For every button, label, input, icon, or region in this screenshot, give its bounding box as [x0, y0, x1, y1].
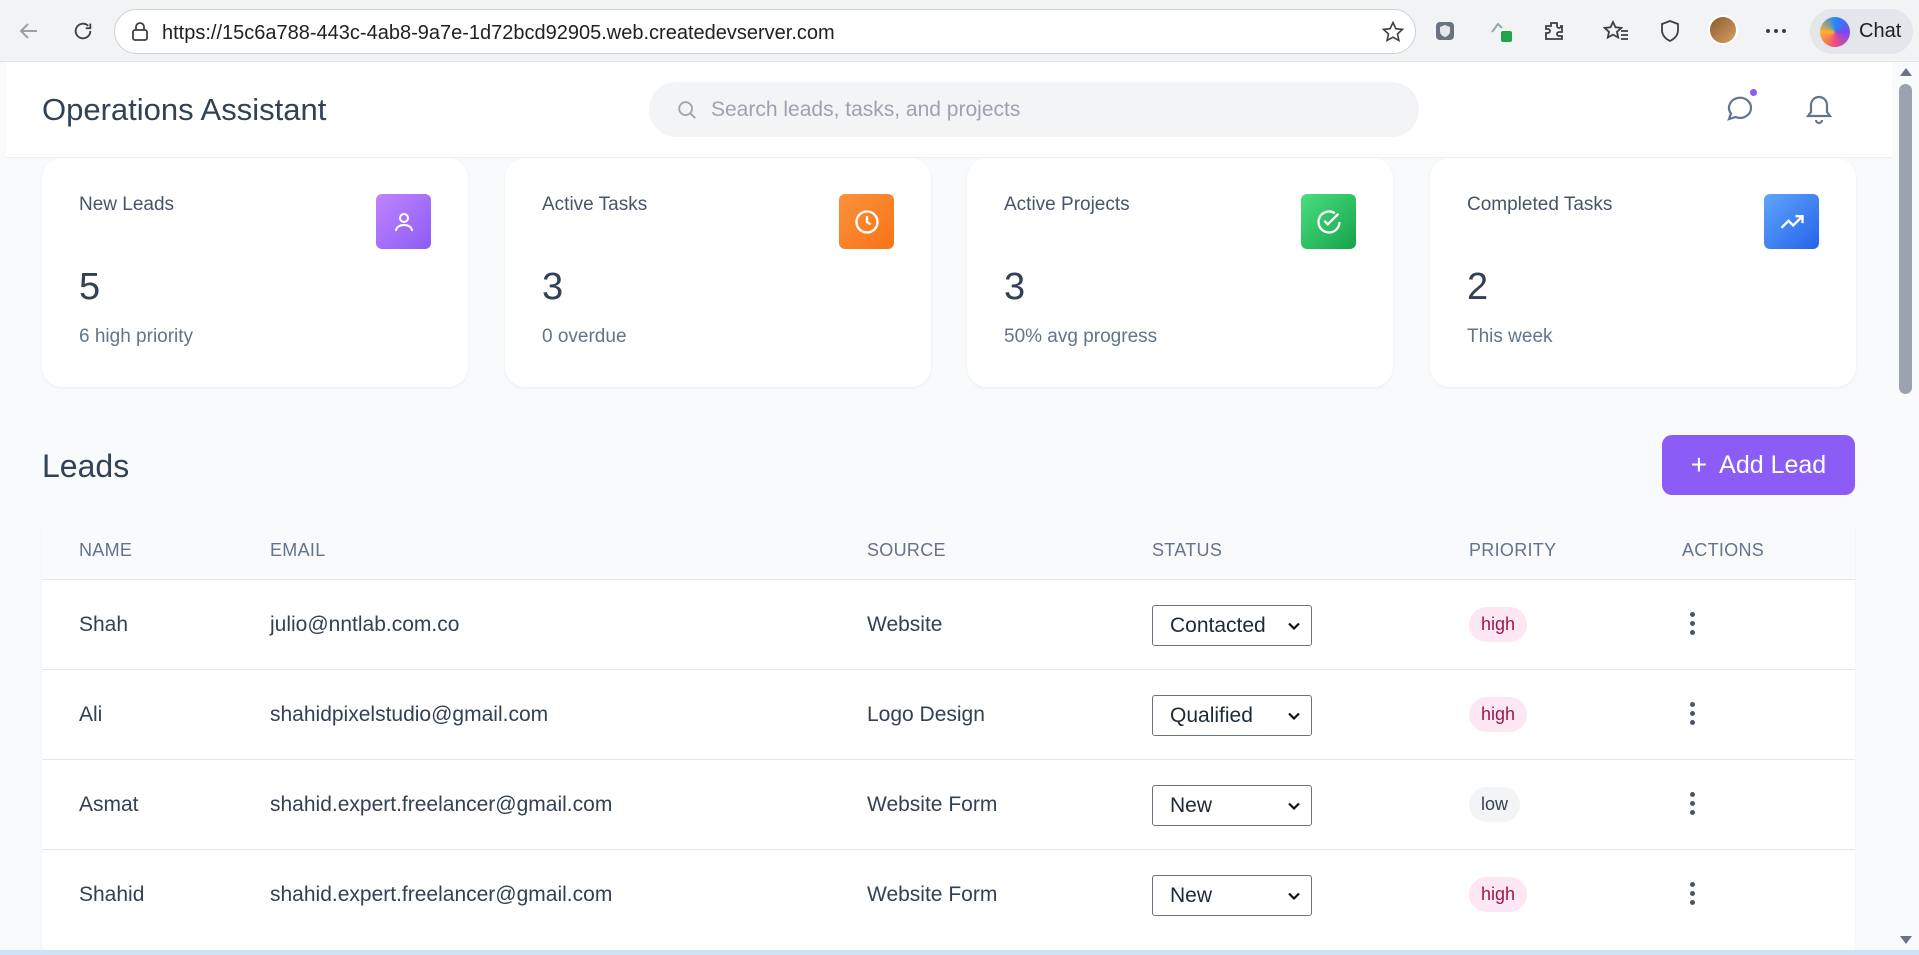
lead-source: Website: [867, 613, 943, 636]
back-icon[interactable]: [12, 14, 46, 48]
add-lead-button[interactable]: + Add Lead: [1662, 435, 1855, 495]
table-row: Ali shahidpixelstudio@gmail.com Logo Des…: [42, 669, 1855, 759]
row-actions-menu-icon[interactable]: [1680, 698, 1704, 728]
stat-value: 2: [1467, 266, 1489, 308]
stat-card-new-leads: New Leads 5 6 high priority: [42, 158, 468, 387]
site-info-icon[interactable]: [131, 22, 149, 47]
column-header-name: NAME: [79, 540, 133, 560]
column-header-actions: ACTIONS: [1682, 540, 1765, 560]
plus-icon: +: [1690, 449, 1708, 480]
chevron-down-icon: [1288, 712, 1300, 721]
priority-badge: high: [1469, 877, 1528, 912]
profile-avatar[interactable]: [1708, 15, 1738, 45]
status-value: New: [1170, 793, 1213, 817]
status-select[interactable]: Qualified: [1152, 695, 1312, 736]
stat-label: Active Projects: [1004, 194, 1130, 215]
stat-card-completed-tasks: Completed Tasks 2 This week: [1430, 158, 1856, 387]
messages-button[interactable]: [1721, 87, 1759, 128]
extension-status-icon[interactable]: [1484, 14, 1518, 48]
browser-essentials-icon[interactable]: [1653, 14, 1687, 48]
copilot-icon: [1820, 16, 1850, 47]
row-actions-menu-icon[interactable]: [1680, 878, 1704, 908]
leads-table: NAME EMAIL SOURCE STATUS PRIORITY ACTION…: [42, 519, 1855, 955]
extension-shield-icon[interactable]: [1428, 14, 1462, 48]
window-bottom-edge: [0, 950, 1919, 955]
stat-value: 3: [542, 266, 564, 308]
status-select[interactable]: New: [1152, 875, 1312, 916]
lead-email: shahid.expert.freelancer@gmail.com: [270, 883, 613, 906]
lead-name: Ali: [79, 703, 103, 726]
search-icon: [676, 99, 698, 126]
page-scrollbar[interactable]: [1892, 62, 1919, 950]
lead-name: Asmat: [79, 793, 139, 816]
search-bar[interactable]: [649, 82, 1419, 137]
check-circle-icon: [1301, 194, 1356, 249]
search-input[interactable]: [711, 82, 1391, 137]
lead-source: Website Form: [867, 793, 998, 816]
table-row: Asmat shahid.expert.freelancer@gmail.com…: [42, 759, 1855, 849]
row-actions-menu-icon[interactable]: [1680, 608, 1704, 638]
more-options-icon[interactable]: [1759, 14, 1793, 48]
stat-label: Active Tasks: [542, 194, 648, 215]
stat-subtext: 50% avg progress: [1004, 326, 1158, 347]
copilot-label: Chat: [1859, 20, 1902, 42]
favorites-icon[interactable]: [1599, 14, 1633, 48]
favorite-star-icon[interactable]: [1381, 20, 1405, 49]
column-header-email: EMAIL: [270, 540, 326, 560]
priority-badge: high: [1469, 697, 1528, 732]
table-row: Shah julio@nntlab.com.co Website Contact…: [42, 579, 1855, 669]
lead-name: Shahid: [79, 883, 145, 906]
status-value: Qualified: [1170, 703, 1253, 727]
chevron-down-icon: [1288, 622, 1300, 631]
chevron-down-icon: [1288, 802, 1300, 811]
stat-subtext: 6 high priority: [79, 326, 194, 347]
lead-source: Website Form: [867, 883, 998, 906]
lead-email: julio@nntlab.com.co: [270, 613, 460, 636]
stat-subtext: This week: [1467, 326, 1553, 347]
address-bar[interactable]: https://15c6a788-443c-4ab8-9a7e-1d72bcd9…: [114, 9, 1416, 54]
scroll-up-arrow-icon[interactable]: [1900, 68, 1912, 76]
status-select[interactable]: Contacted: [1152, 605, 1312, 646]
stat-card-active-tasks: Active Tasks 3 0 overdue: [505, 158, 931, 387]
trending-up-icon: [1764, 194, 1819, 249]
table-row: Shahid shahid.expert.freelancer@gmail.co…: [42, 849, 1855, 939]
clock-icon: [839, 194, 894, 249]
priority-badge: high: [1469, 607, 1528, 642]
url-text[interactable]: https://15c6a788-443c-4ab8-9a7e-1d72bcd9…: [162, 22, 835, 45]
scroll-down-arrow-icon[interactable]: [1900, 936, 1912, 944]
scrollbar-thumb[interactable]: [1899, 84, 1912, 394]
status-value: New: [1170, 883, 1213, 907]
column-header-priority: PRIORITY: [1469, 540, 1557, 560]
stat-subtext: 0 overdue: [542, 326, 627, 347]
browser-toolbar: https://15c6a788-443c-4ab8-9a7e-1d72bcd9…: [0, 0, 1919, 62]
leads-title: Leads: [42, 448, 130, 484]
lead-name: Shah: [79, 613, 129, 636]
stat-label: New Leads: [79, 194, 175, 215]
add-lead-label: Add Lead: [1719, 450, 1827, 479]
stat-label: Completed Tasks: [1467, 194, 1613, 215]
refresh-icon[interactable]: [66, 14, 100, 48]
lead-email: shahidpixelstudio@gmail.com: [270, 703, 549, 726]
bell-icon: [1805, 95, 1833, 125]
user-icon: [376, 194, 431, 249]
notifications-button[interactable]: [1800, 90, 1838, 128]
app-header: Operations Assistant: [6, 62, 1892, 158]
app-title: Operations Assistant: [42, 92, 327, 127]
chevron-down-icon: [1288, 892, 1300, 901]
stat-value: 3: [1004, 266, 1026, 308]
lead-email: shahid.expert.freelancer@gmail.com: [270, 793, 613, 816]
extensions-puzzle-icon[interactable]: [1537, 14, 1571, 48]
lead-source: Logo Design: [867, 703, 985, 726]
status-value: Contacted: [1170, 613, 1266, 637]
row-actions-menu-icon[interactable]: [1680, 788, 1704, 818]
copilot-chat-button[interactable]: Chat: [1810, 9, 1913, 54]
table-header: NAME EMAIL SOURCE STATUS PRIORITY ACTION…: [42, 519, 1855, 579]
column-header-source: SOURCE: [867, 540, 946, 560]
priority-badge: low: [1469, 787, 1521, 822]
stat-card-active-projects: Active Projects 3 50% avg progress: [967, 158, 1393, 387]
status-select[interactable]: New: [1152, 785, 1312, 826]
column-header-status: STATUS: [1152, 540, 1223, 560]
stat-value: 5: [79, 266, 101, 308]
notification-dot: [1748, 87, 1759, 98]
